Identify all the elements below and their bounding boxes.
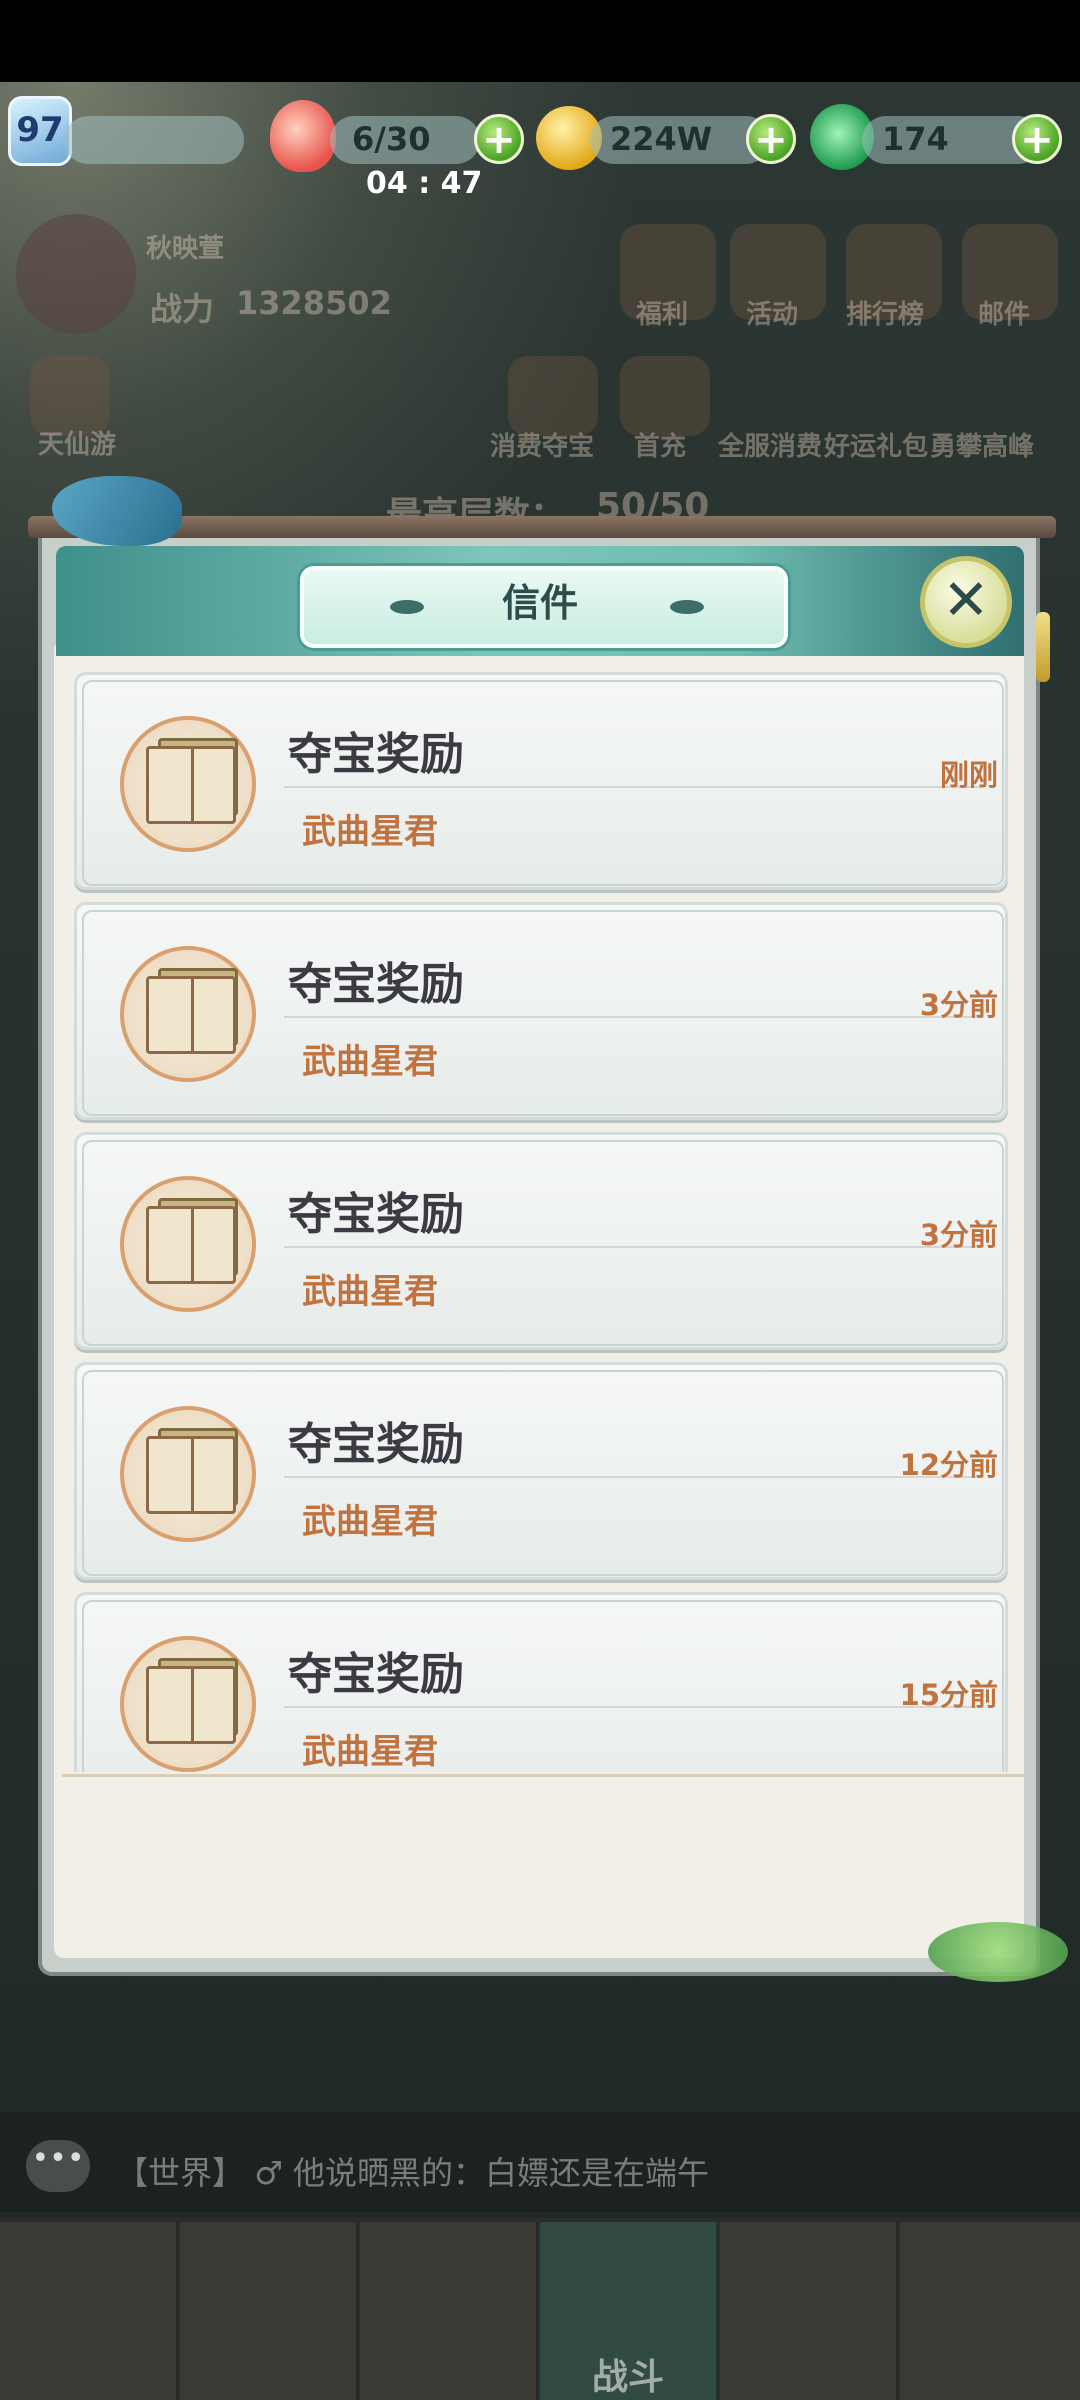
mail-time: 3分前 <box>919 988 998 1022</box>
tab-backpack[interactable] <box>0 2222 178 2400</box>
climb-peak-label: 勇攀高峰 <box>930 432 1035 462</box>
add-gold-button[interactable]: + <box>746 114 796 164</box>
scroll-rod <box>28 516 1056 538</box>
mail-time: 15分前 <box>899 1678 998 1712</box>
first-recharge-label: 首充 <box>634 432 687 462</box>
list-bottom-divider <box>62 1774 1024 1777</box>
mail-item[interactable]: 夺宝奖励 武曲星君 15分前 <box>74 1592 1008 1772</box>
consume-treasure-icon[interactable] <box>508 356 598 436</box>
mail-item[interactable]: 夺宝奖励 武曲星君 3分前 <box>74 902 1008 1120</box>
add-stamina-button[interactable]: + <box>474 114 524 164</box>
mail-item[interactable]: 夺宝奖励 武曲星君 3分前 <box>74 1132 1008 1350</box>
peach-icon <box>270 100 336 172</box>
system-status-bar <box>0 0 1080 82</box>
exp-bar <box>64 116 244 164</box>
mail-sender: 武曲星君 <box>302 1502 438 1542</box>
mail-divider <box>284 1246 984 1248</box>
mail-time: 3分前 <box>919 1218 998 1252</box>
tab-book[interactable] <box>720 2222 898 2400</box>
tianxianyou-label: 天仙游 <box>38 430 117 460</box>
tab-battle-label: 战斗 <box>591 2357 664 2398</box>
first-recharge-icon[interactable] <box>620 356 710 436</box>
mail-divider <box>284 1476 984 1478</box>
player-name: 秋映萱 <box>146 234 225 264</box>
tab-bag[interactable] <box>180 2222 358 2400</box>
stamina-timer: 04 : 47 <box>366 166 483 201</box>
mail-sender: 武曲星君 <box>302 812 438 852</box>
book-icon <box>120 1636 256 1772</box>
power-label: 战力 <box>150 290 215 328</box>
ranking-label: 排行榜 <box>846 300 925 330</box>
server-consume-label: 全服消费 <box>718 432 823 462</box>
mail-item[interactable]: 夺宝奖励 武曲星君 12分前 <box>74 1362 1008 1580</box>
book-icon <box>120 1406 256 1542</box>
player-avatar[interactable] <box>16 214 136 334</box>
mail-sender: 武曲星君 <box>302 1732 438 1772</box>
tab-pavilion[interactable] <box>900 2222 1080 2400</box>
activity-label: 活动 <box>746 300 799 330</box>
lucky-pack-label: 好运礼包 <box>824 432 929 462</box>
book-icon <box>120 1176 256 1312</box>
gold-value: 224W <box>610 120 713 158</box>
tab-pet[interactable] <box>360 2222 538 2400</box>
book-icon <box>120 716 256 852</box>
book-icon <box>120 946 256 1082</box>
mail-divider <box>284 1016 984 1018</box>
mail-subject: 夺宝奖励 <box>288 1419 464 1470</box>
mail-label: 邮件 <box>978 300 1031 330</box>
stamina-value: 6/30 <box>352 120 431 158</box>
mail-divider <box>284 1706 984 1708</box>
mail-time: 12分前 <box>899 1448 998 1482</box>
mail-subject: 夺宝奖励 <box>288 1649 464 1700</box>
player-level-badge[interactable]: 97 <box>8 96 72 166</box>
jade-value: 174 <box>882 120 949 158</box>
mail-subject: 夺宝奖励 <box>288 729 464 780</box>
mail-time: 刚刚 <box>939 758 998 792</box>
mail-sender: 武曲星君 <box>302 1272 438 1312</box>
close-icon[interactable]: ✕ <box>920 556 1012 648</box>
consume-treasure-label: 消费夺宝 <box>490 432 595 462</box>
mail-item[interactable]: 夺宝奖励 武曲星君 刚刚 <box>74 672 1008 890</box>
mail-divider <box>284 786 984 788</box>
welfare-label: 福利 <box>636 300 689 330</box>
lotus-leaf-decoration <box>928 1922 1068 1982</box>
mail-subject: 夺宝奖励 <box>288 1189 464 1240</box>
mail-sender: 武曲星君 <box>302 1042 438 1082</box>
mail-subject: 夺宝奖励 <box>288 959 464 1010</box>
power-value: 1328502 <box>236 284 392 322</box>
chat-message: 【世界】 ♂ 他说晒黑的：白嫖还是在端午 <box>116 2154 710 2192</box>
mail-panel-title: 信件 <box>501 581 578 625</box>
tassel-decoration <box>1036 612 1050 682</box>
add-jade-button[interactable]: + <box>1012 114 1062 164</box>
mail-list[interactable]: 夺宝奖励 武曲星君 刚刚 夺宝奖励 武曲星君 3分前 夺宝奖励 武曲星君 3分前… <box>74 672 1008 1772</box>
chat-bubble-icon[interactable]: ••• <box>26 2140 90 2192</box>
